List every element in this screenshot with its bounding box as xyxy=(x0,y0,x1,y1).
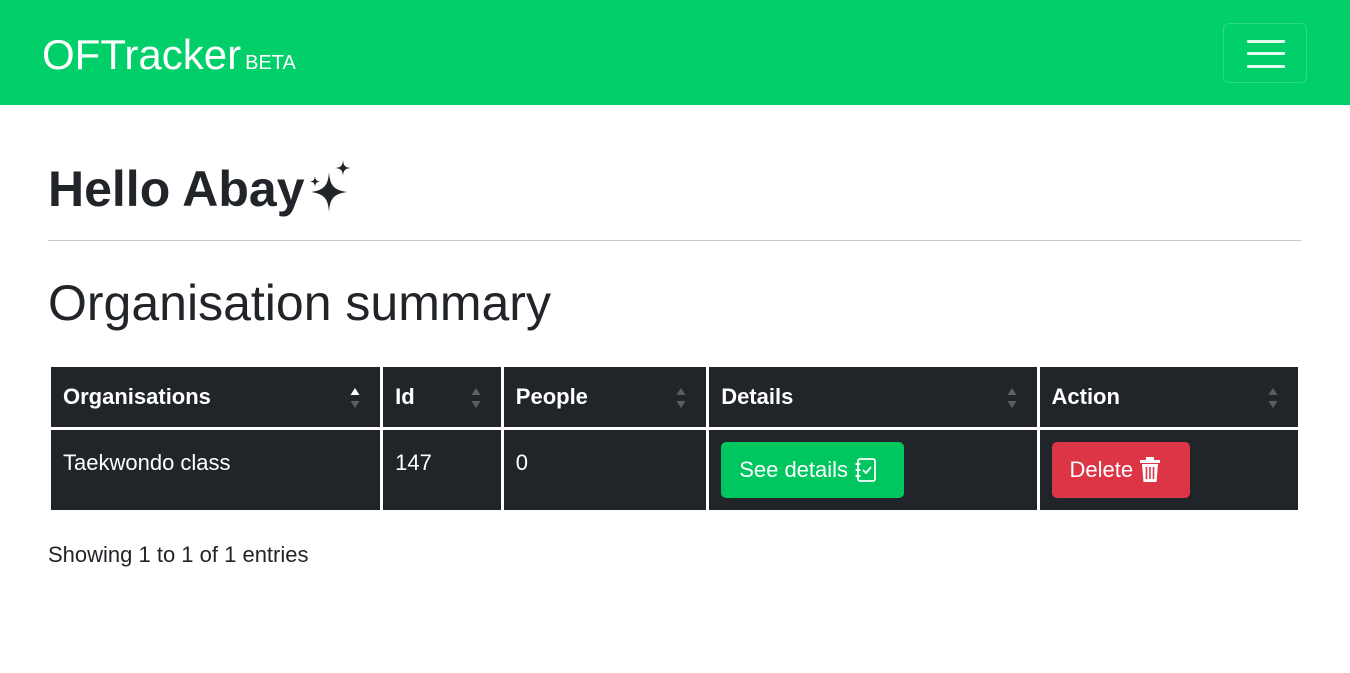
cell-details: See details xyxy=(709,430,1037,510)
column-header-details[interactable]: Details xyxy=(709,367,1037,427)
table-info: Showing 1 to 1 of 1 entries xyxy=(48,542,309,567)
sparkle-icon xyxy=(309,160,351,212)
organisation-table: Organisations Id People Details Action T… xyxy=(48,364,1301,513)
column-header-organisations[interactable]: Organisations xyxy=(51,367,381,427)
cell-organisation: Taekwondo class xyxy=(51,430,381,510)
journal-check-icon xyxy=(855,458,876,482)
brand-name: OFTracker xyxy=(42,31,242,78)
see-details-label: See details xyxy=(739,457,849,482)
delete-button[interactable]: Delete xyxy=(1051,442,1190,498)
greeting-text: Hello Abay xyxy=(48,161,305,217)
sort-icon xyxy=(1268,388,1278,408)
see-details-button[interactable]: See details xyxy=(721,442,905,498)
menu-toggle-button[interactable] xyxy=(1223,23,1307,83)
cell-action: Delete xyxy=(1039,430,1298,510)
cell-id: 147 xyxy=(383,430,501,510)
column-header-id[interactable]: Id xyxy=(383,367,501,427)
table-header-row: Organisations Id People Details Action xyxy=(51,367,1298,427)
sort-icon xyxy=(471,388,481,408)
section-title: Organisation summary xyxy=(48,275,551,331)
greeting-heading: Hello Abay xyxy=(48,158,353,220)
table-row: Taekwondo class 147 0 See details Delete xyxy=(51,430,1298,510)
column-header-action[interactable]: Action xyxy=(1039,367,1298,427)
sort-icon xyxy=(676,388,686,408)
top-navbar: OFTracker BETA xyxy=(0,0,1350,105)
sort-ascending-icon xyxy=(350,388,360,408)
beta-badge: BETA xyxy=(245,52,296,74)
brand-logo[interactable]: OFTracker BETA xyxy=(42,30,296,88)
delete-label: Delete xyxy=(1069,457,1134,482)
cell-people: 0 xyxy=(503,430,707,510)
sort-icon xyxy=(1007,388,1016,408)
trash-icon xyxy=(1140,457,1161,482)
header-divider xyxy=(48,240,1301,241)
column-header-people[interactable]: People xyxy=(503,367,707,427)
